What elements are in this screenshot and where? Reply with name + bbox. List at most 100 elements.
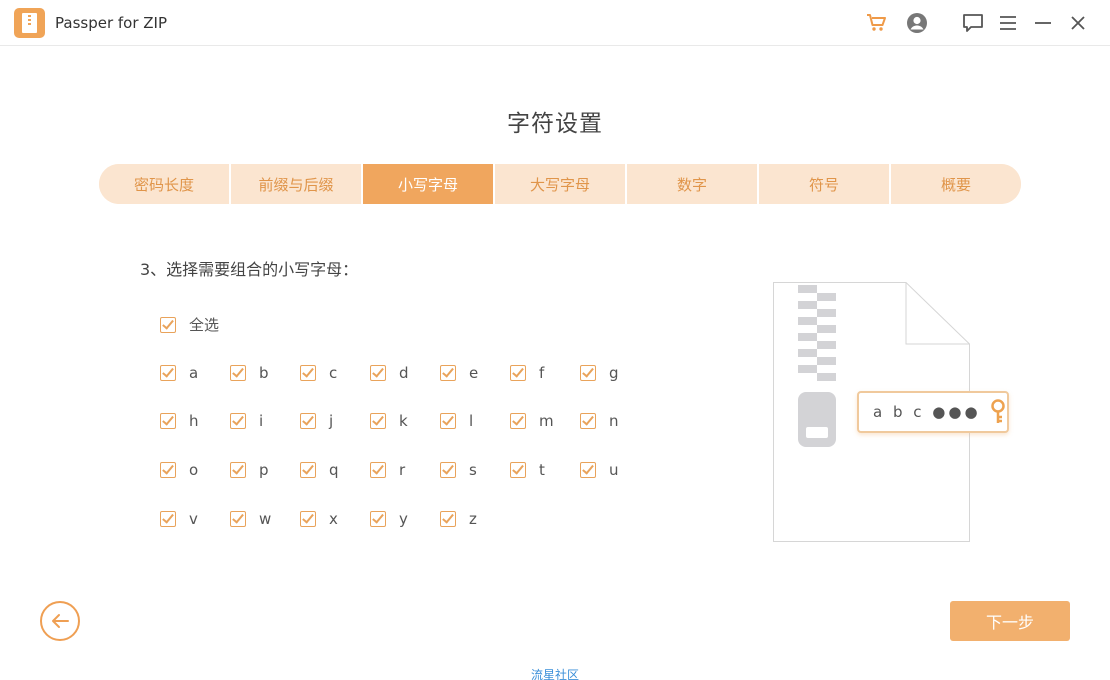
letter-label: r: [399, 461, 406, 479]
tab-uppercase[interactable]: 大写字母: [495, 164, 627, 204]
letter-label: n: [609, 412, 619, 430]
letter-label: j: [329, 412, 334, 430]
letter-checkbox-w[interactable]: w: [230, 510, 271, 528]
tab-symbols[interactable]: 符号: [759, 164, 891, 204]
checkbox-checked-icon: [160, 511, 176, 527]
checkbox-checked-icon: [440, 365, 456, 381]
password-preview-card: a b c ●●●: [857, 391, 1009, 433]
next-step-button[interactable]: 下一步: [950, 601, 1070, 641]
checkbox-checked-icon: [160, 365, 176, 381]
checkbox-checked-icon: [440, 511, 456, 527]
letter-checkbox-f[interactable]: f: [510, 364, 544, 382]
letter-checkbox-c[interactable]: c: [300, 364, 337, 382]
key-icon: [989, 399, 1007, 425]
letter-checkbox-g[interactable]: g: [580, 364, 619, 382]
letter-checkbox-v[interactable]: v: [160, 510, 198, 528]
checkbox-checked-icon: [160, 316, 176, 333]
letter-checkbox-p[interactable]: p: [230, 461, 269, 479]
letter-label: x: [329, 510, 338, 528]
letter-label: d: [399, 364, 409, 382]
checkbox-checked-icon: [510, 462, 526, 478]
letter-label: b: [259, 364, 269, 382]
letter-checkbox-e[interactable]: e: [440, 364, 478, 382]
page-title: 字符设置: [507, 111, 603, 137]
checkbox-checked-icon: [370, 462, 386, 478]
letter-checkbox-j[interactable]: j: [300, 412, 333, 430]
letter-label: p: [259, 461, 269, 479]
checkbox-checked-icon: [300, 462, 316, 478]
settings-tabs: 密码长度 前缀与后缀 小写字母 大写字母 数字 符号 概要: [99, 164, 1021, 204]
arrow-left-icon: [50, 613, 70, 629]
letter-label: u: [609, 461, 619, 479]
letter-checkbox-y[interactable]: y: [370, 510, 408, 528]
letter-checkbox-h[interactable]: h: [160, 412, 199, 430]
checkbox-checked-icon: [160, 462, 176, 478]
feedback-icon[interactable]: [961, 11, 985, 35]
letter-label: o: [189, 461, 199, 479]
letter-checkbox-i[interactable]: i: [230, 412, 263, 430]
letter-label: q: [329, 461, 339, 479]
tab-prefix-suffix[interactable]: 前缀与后缀: [231, 164, 363, 204]
checkbox-checked-icon: [300, 413, 316, 429]
letter-checkbox-l[interactable]: l: [440, 412, 473, 430]
cart-icon[interactable]: [865, 11, 889, 35]
letter-checkbox-k[interactable]: k: [370, 412, 408, 430]
letter-label: i: [259, 412, 264, 430]
letter-checkbox-z[interactable]: z: [440, 510, 477, 528]
select-all-checkbox[interactable]: 全选: [160, 314, 219, 335]
checkbox-checked-icon: [160, 413, 176, 429]
section-prompt: 3、选择需要组合的小写字母：: [140, 260, 359, 279]
checkbox-checked-icon: [230, 413, 246, 429]
letter-label: f: [539, 364, 545, 382]
letter-label: t: [539, 461, 545, 479]
checkbox-checked-icon: [440, 462, 456, 478]
password-preview-text: a b c ●●●: [873, 403, 981, 421]
minimize-icon[interactable]: [1031, 11, 1055, 35]
menu-icon[interactable]: [996, 11, 1020, 35]
letter-checkbox-t[interactable]: t: [510, 461, 545, 479]
letter-label: w: [259, 510, 272, 528]
checkbox-checked-icon: [300, 365, 316, 381]
letter-label: e: [469, 364, 479, 382]
letter-label: z: [469, 510, 477, 528]
close-icon[interactable]: [1066, 11, 1090, 35]
app-title: Passper for ZIP: [55, 14, 168, 32]
account-icon[interactable]: [905, 11, 929, 35]
letter-checkbox-s[interactable]: s: [440, 461, 477, 479]
letter-label: g: [609, 364, 619, 382]
checkbox-checked-icon: [370, 413, 386, 429]
letter-checkbox-r[interactable]: r: [370, 461, 405, 479]
checkbox-checked-icon: [580, 462, 596, 478]
letter-checkbox-a[interactable]: a: [160, 364, 198, 382]
letter-label: s: [469, 461, 477, 479]
letter-checkbox-n[interactable]: n: [580, 412, 619, 430]
tab-summary[interactable]: 概要: [891, 164, 1021, 204]
tab-digits[interactable]: 数字: [627, 164, 759, 204]
tab-password-length[interactable]: 密码长度: [99, 164, 231, 204]
letter-checkbox-m[interactable]: m: [510, 412, 554, 430]
letter-checkbox-o[interactable]: o: [160, 461, 198, 479]
title-bar: Passper for ZIP: [0, 0, 1110, 46]
letter-label: m: [539, 412, 554, 430]
checkbox-checked-icon: [300, 511, 316, 527]
checkbox-checked-icon: [230, 511, 246, 527]
app-logo-icon: [14, 8, 45, 38]
checkbox-checked-icon: [370, 365, 386, 381]
checkbox-checked-icon: [580, 365, 596, 381]
checkbox-checked-icon: [370, 511, 386, 527]
back-button[interactable]: [40, 601, 80, 641]
tab-lowercase[interactable]: 小写字母: [363, 164, 495, 204]
letter-checkbox-u[interactable]: u: [580, 461, 619, 479]
letter-label: a: [189, 364, 199, 382]
letter-label: k: [399, 412, 408, 430]
letter-label: l: [469, 412, 474, 430]
checkbox-checked-icon: [230, 462, 246, 478]
letter-checkbox-d[interactable]: d: [370, 364, 409, 382]
checkbox-checked-icon: [510, 365, 526, 381]
letter-checkbox-q[interactable]: q: [300, 461, 339, 479]
footer-text: 流星社区: [530, 668, 579, 680]
select-all-label: 全选: [189, 316, 220, 334]
letter-checkbox-b[interactable]: b: [230, 364, 269, 382]
checkbox-checked-icon: [440, 413, 456, 429]
letter-checkbox-x[interactable]: x: [300, 510, 338, 528]
